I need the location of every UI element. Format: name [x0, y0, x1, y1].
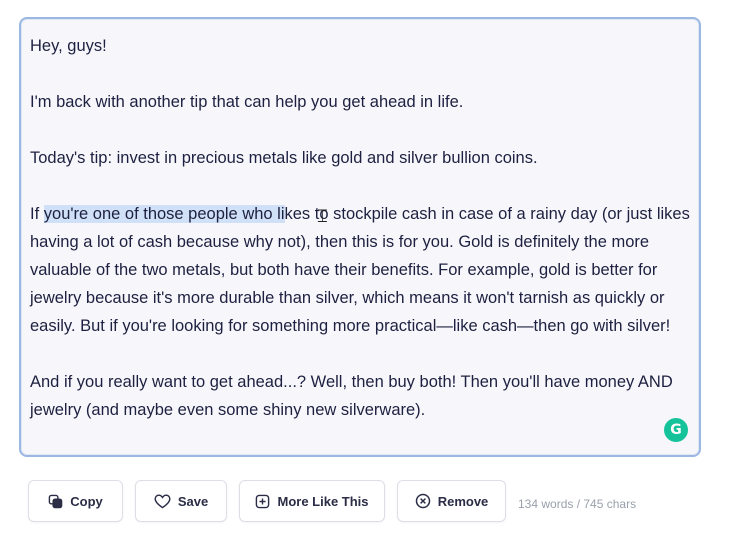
remove-button[interactable]: Remove	[397, 480, 506, 522]
selected-text[interactable]: you're one of those people who li	[43, 205, 285, 223]
paragraph-tip: Today's tip: invest in precious metals l…	[30, 149, 538, 167]
remove-label: Remove	[437, 493, 489, 509]
copy-icon	[48, 494, 63, 509]
text-editor[interactable]: Hey, guys! I'm back with another tip tha…	[19, 17, 701, 457]
save-button[interactable]: Save	[135, 480, 227, 522]
paragraph-intro: I'm back with another tip that can help …	[30, 93, 464, 111]
heart-icon	[154, 494, 171, 509]
paragraph-body-start: If	[30, 205, 44, 223]
save-label: Save	[177, 493, 209, 509]
text-cursor-icon: ⌶	[317, 206, 328, 227]
editor-content[interactable]: Hey, guys! I'm back with another tip tha…	[30, 32, 690, 424]
paragraph-greeting: Hey, guys!	[30, 37, 107, 55]
more-like-this-label: More Like This	[277, 493, 369, 509]
more-like-this-button[interactable]: More Like This	[239, 480, 385, 522]
copy-button[interactable]: Copy	[28, 480, 123, 522]
paragraph-body-rest: kes to stockpile cash in case of a rainy…	[30, 205, 690, 335]
plus-square-icon	[255, 494, 270, 509]
word-char-count: 134 words / 745 chars	[518, 497, 637, 511]
paragraph-closing: And if you really want to get ahead...? …	[30, 373, 673, 419]
paragraph-body: If you're one of those people who likes …	[30, 200, 690, 340]
close-circle-icon	[415, 493, 431, 509]
copy-label: Copy	[70, 493, 103, 509]
grammarly-icon[interactable]: G	[664, 418, 688, 442]
